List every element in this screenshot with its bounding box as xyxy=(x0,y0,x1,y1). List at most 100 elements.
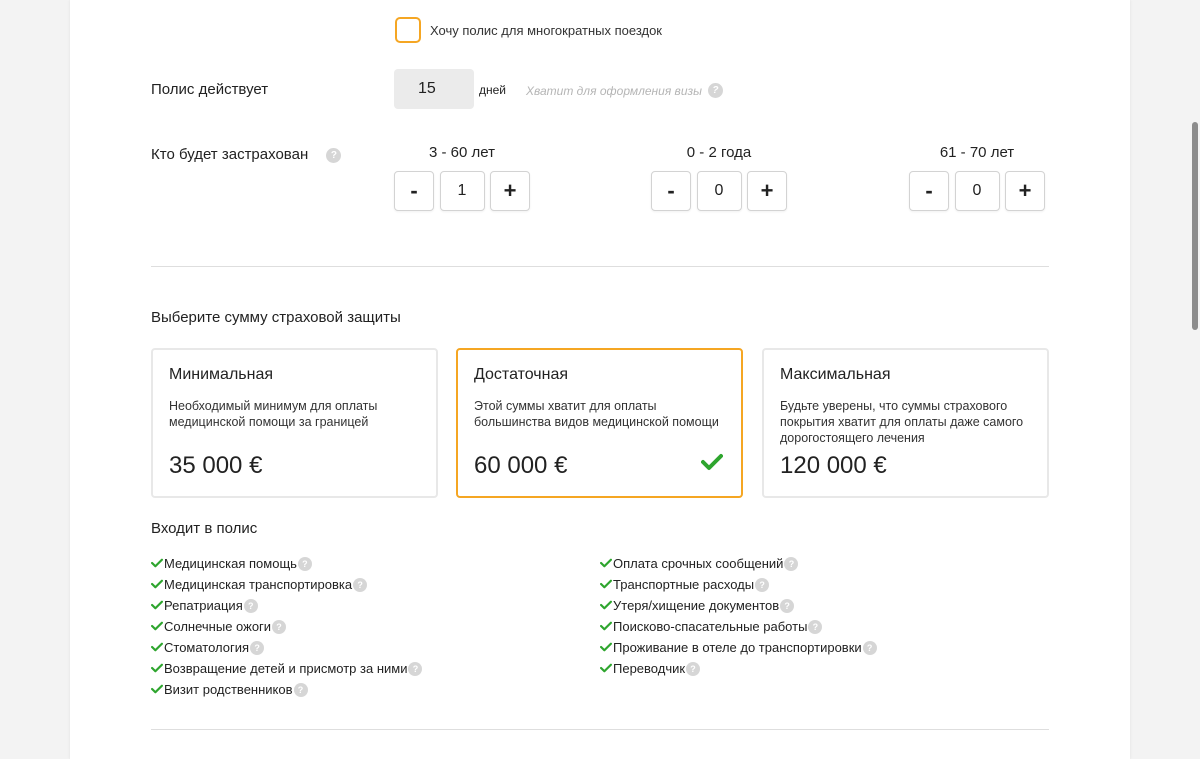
included-item: Солнечные ожоги ? xyxy=(151,616,422,637)
selected-check-icon xyxy=(701,453,723,476)
help-icon[interactable]: ? xyxy=(862,640,877,655)
included-list-left: Медицинская помощь ? Медицинская транспо… xyxy=(151,553,423,700)
coverage-card-description: Этой суммы хватит для оплаты большинства… xyxy=(474,399,719,429)
increment-button[interactable]: + xyxy=(1005,171,1045,211)
check-icon xyxy=(151,619,163,634)
quantity-value[interactable]: 1 xyxy=(439,171,485,211)
included-item-label: Визит родственников xyxy=(164,682,293,697)
quantity-value[interactable]: 0 xyxy=(696,171,742,211)
coverage-card[interactable]: Максимальная Будьте уверены, что суммы с… xyxy=(762,348,1049,498)
visa-hint-text: Хватит для оформления визы xyxy=(526,83,702,98)
included-item-label: Переводчик xyxy=(613,661,686,676)
included-item: Переводчик ? xyxy=(600,658,877,679)
duration-label: Полис действует xyxy=(151,81,269,98)
check-icon xyxy=(600,598,612,613)
included-item: Репатриация ? xyxy=(151,595,422,616)
visa-hint: Хватит для оформления визы ? xyxy=(526,83,723,98)
age-group-label: 0 - 2 года xyxy=(686,144,752,161)
age-group: 3 - 60 лет - 1 + xyxy=(394,144,530,211)
help-icon[interactable]: ? xyxy=(250,640,265,655)
help-icon[interactable]: ? xyxy=(780,598,795,613)
coverage-card-description: Необходимый минимум для оплаты медицинск… xyxy=(169,399,378,429)
coverage-card-description: Будьте уверены, что суммы страхового пок… xyxy=(780,399,1024,445)
coverage-title: Выберите сумму страховой защиты xyxy=(151,309,401,326)
check-icon xyxy=(600,619,612,634)
age-group-label: 61 - 70 лет xyxy=(939,144,1015,161)
help-icon[interactable]: ? xyxy=(353,577,368,592)
check-icon xyxy=(151,682,163,697)
help-icon[interactable]: ? xyxy=(243,598,258,613)
help-icon[interactable]: ? xyxy=(272,619,287,634)
included-item-label: Репатриация xyxy=(164,598,243,613)
included-item-label: Поисково-спасательные работы xyxy=(613,619,808,634)
included-item-label: Оплата срочных сообщений xyxy=(613,556,784,571)
days-unit: дней xyxy=(479,83,507,97)
quantity-stepper: - 0 + xyxy=(909,171,1045,211)
divider xyxy=(151,729,1049,730)
decrement-button[interactable]: - xyxy=(651,171,691,211)
days-input[interactable] xyxy=(394,69,474,109)
included-item-label: Утеря/хищение документов xyxy=(613,598,780,613)
help-icon[interactable]: ? xyxy=(686,661,701,676)
help-icon[interactable]: ? xyxy=(297,556,312,571)
decrement-button[interactable]: - xyxy=(394,171,434,211)
included-list-right: Оплата срочных сообщений ? Транспортные … xyxy=(600,553,877,679)
quantity-value[interactable]: 0 xyxy=(954,171,1000,211)
coverage-card[interactable]: Минимальная Необходимый минимум для опла… xyxy=(151,348,438,498)
check-icon xyxy=(600,661,612,676)
age-group: 0 - 2 года - 0 + xyxy=(651,144,787,211)
coverage-card-title: Минимальная xyxy=(169,366,274,383)
increment-button[interactable]: + xyxy=(747,171,787,211)
help-icon[interactable]: ? xyxy=(808,619,823,634)
included-title: Входит в полис xyxy=(151,520,258,537)
coverage-card-price: 60 000 € xyxy=(474,452,568,479)
insured-label: Кто будет застрахован ? xyxy=(151,146,342,163)
check-icon xyxy=(600,577,612,592)
included-item-label: Возвращение детей и присмотр за ними xyxy=(164,661,408,676)
decrement-button[interactable]: - xyxy=(909,171,949,211)
included-item-label: Транспортные расходы xyxy=(613,577,755,592)
included-item: Возвращение детей и присмотр за ними ? xyxy=(151,658,423,679)
help-icon[interactable]: ? xyxy=(707,83,723,98)
age-group-label: 3 - 60 лет xyxy=(429,144,495,161)
divider xyxy=(151,266,1049,267)
included-item: Поисково-спасательные работы ? xyxy=(600,616,877,637)
increment-button[interactable]: + xyxy=(490,171,530,211)
check-icon xyxy=(151,577,163,592)
check-icon xyxy=(600,556,612,571)
coverage-card-price: 35 000 € xyxy=(169,452,263,479)
coverage-card-title: Достаточная xyxy=(474,366,569,383)
included-item-label: Медицинская помощь xyxy=(164,556,297,571)
coverage-card[interactable]: Достаточная Этой суммы хватит для оплаты… xyxy=(456,348,743,498)
help-icon[interactable]: ? xyxy=(293,682,308,697)
check-icon xyxy=(600,640,612,655)
check-icon xyxy=(151,598,163,613)
quantity-stepper: - 0 + xyxy=(651,171,787,211)
included-item: Транспортные расходы ? xyxy=(600,574,877,595)
included-item: Визит родственников ? xyxy=(151,679,422,700)
quantity-stepper: - 1 + xyxy=(394,171,530,211)
help-icon[interactable]: ? xyxy=(408,661,423,676)
coverage-card-title: Максимальная xyxy=(780,366,891,383)
calculator-panel: Хочу полис для многократных поездок Поли… xyxy=(70,0,1130,759)
included-item-label: Проживание в отеле до транспортировки xyxy=(613,640,862,655)
included-item: Медицинская транспортировка ? xyxy=(151,574,422,595)
included-item-label: Стоматология xyxy=(164,640,250,655)
multi-trip-option[interactable]: Хочу полис для многократных поездок xyxy=(395,17,662,43)
included-item: Оплата срочных сообщений ? xyxy=(600,553,877,574)
help-icon[interactable]: ? xyxy=(326,147,342,163)
multi-trip-label: Хочу полис для многократных поездок xyxy=(430,22,662,38)
help-icon[interactable]: ? xyxy=(755,577,770,592)
check-icon xyxy=(151,640,163,655)
help-icon[interactable]: ? xyxy=(784,556,799,571)
multi-trip-checkbox[interactable] xyxy=(395,17,421,43)
coverage-card-price: 120 000 € xyxy=(780,452,887,479)
insured-label-text: Кто будет застрахован xyxy=(151,146,309,163)
age-group: 61 - 70 лет - 0 + xyxy=(909,144,1045,211)
check-icon xyxy=(151,556,163,571)
check-icon xyxy=(151,661,163,676)
included-item: Стоматология ? xyxy=(151,637,422,658)
scrollbar-thumb[interactable] xyxy=(1192,122,1198,330)
scrollbar[interactable] xyxy=(1190,0,1200,759)
included-item: Медицинская помощь ? xyxy=(151,553,422,574)
